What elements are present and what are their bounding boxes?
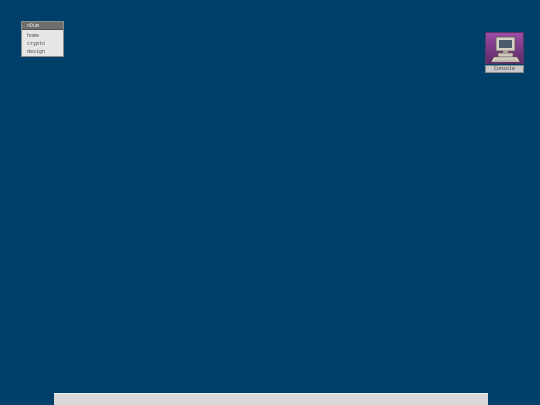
menu-window: nDum home crypto design <box>21 21 64 57</box>
desktop-icon-console[interactable]: Console <box>485 32 524 73</box>
menu-title: nDum <box>22 22 63 30</box>
taskbar[interactable] <box>54 393 488 405</box>
menu-list: home crypto design <box>22 30 63 56</box>
menu-item-home[interactable]: home <box>22 32 63 40</box>
menu-item-design[interactable]: design <box>22 48 63 56</box>
icon-label: Console <box>485 65 524 73</box>
menu-item-crypto[interactable]: crypto <box>22 40 63 48</box>
computer-icon <box>485 32 524 64</box>
